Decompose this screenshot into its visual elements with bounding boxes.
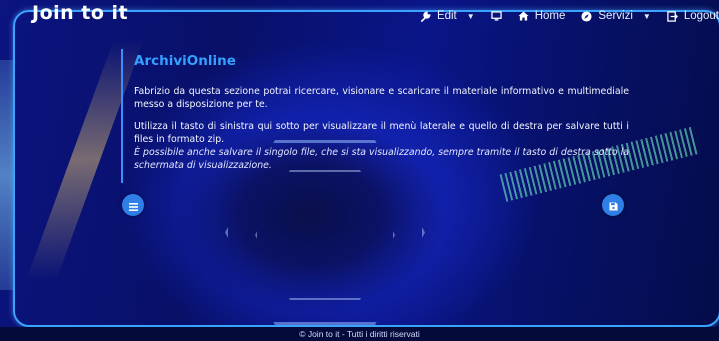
home-icon [518,11,529,21]
nav-item-label: Edit [436,10,457,22]
brand-logo[interactable]: Join to it [32,2,128,24]
nav-item-home[interactable]: Home [518,10,566,22]
navbar: Edit ▼ Home Servizi ▼ Logout [420,6,719,26]
background-decoration [0,60,14,290]
nav-item-label: Home [534,10,566,22]
save-icon [608,196,618,215]
archive-intro: ArchiviOnline Fabrizio da questa sezione… [121,49,629,183]
footer-copyright: © Join to it - Tutti i diritti riservati [299,329,420,339]
intro-paragraph: Fabrizio da questa sezione potrai ricerc… [134,86,629,110]
nav-item-label: Servizi [598,10,633,22]
nav-item-logout[interactable]: Logout [667,10,719,22]
caret-down-icon: ▼ [642,11,651,21]
footer: © Join to it - Tutti i diritti riservati [0,327,719,341]
instructions-paragraph: Utilizza il tasto di sinistra qui sotto … [134,121,629,145]
note-paragraph: È possibile anche salvare il singolo fil… [134,147,629,171]
caret-down-icon: ▼ [466,11,475,21]
nav-item-servizi[interactable]: Servizi ▼ [581,10,651,22]
save-button[interactable] [602,194,624,216]
compass-icon [581,10,592,22]
menu-button[interactable] [122,194,144,216]
monitor-icon [491,11,502,21]
logout-icon [667,10,678,22]
nav-item-monitor[interactable] [491,11,502,21]
menu-icon [128,196,138,215]
wrench-icon [420,11,431,22]
nav-item-label: Logout [683,10,719,22]
nav-item-edit[interactable]: Edit ▼ [420,10,475,22]
page-title: ArchiviOnline [134,53,236,69]
